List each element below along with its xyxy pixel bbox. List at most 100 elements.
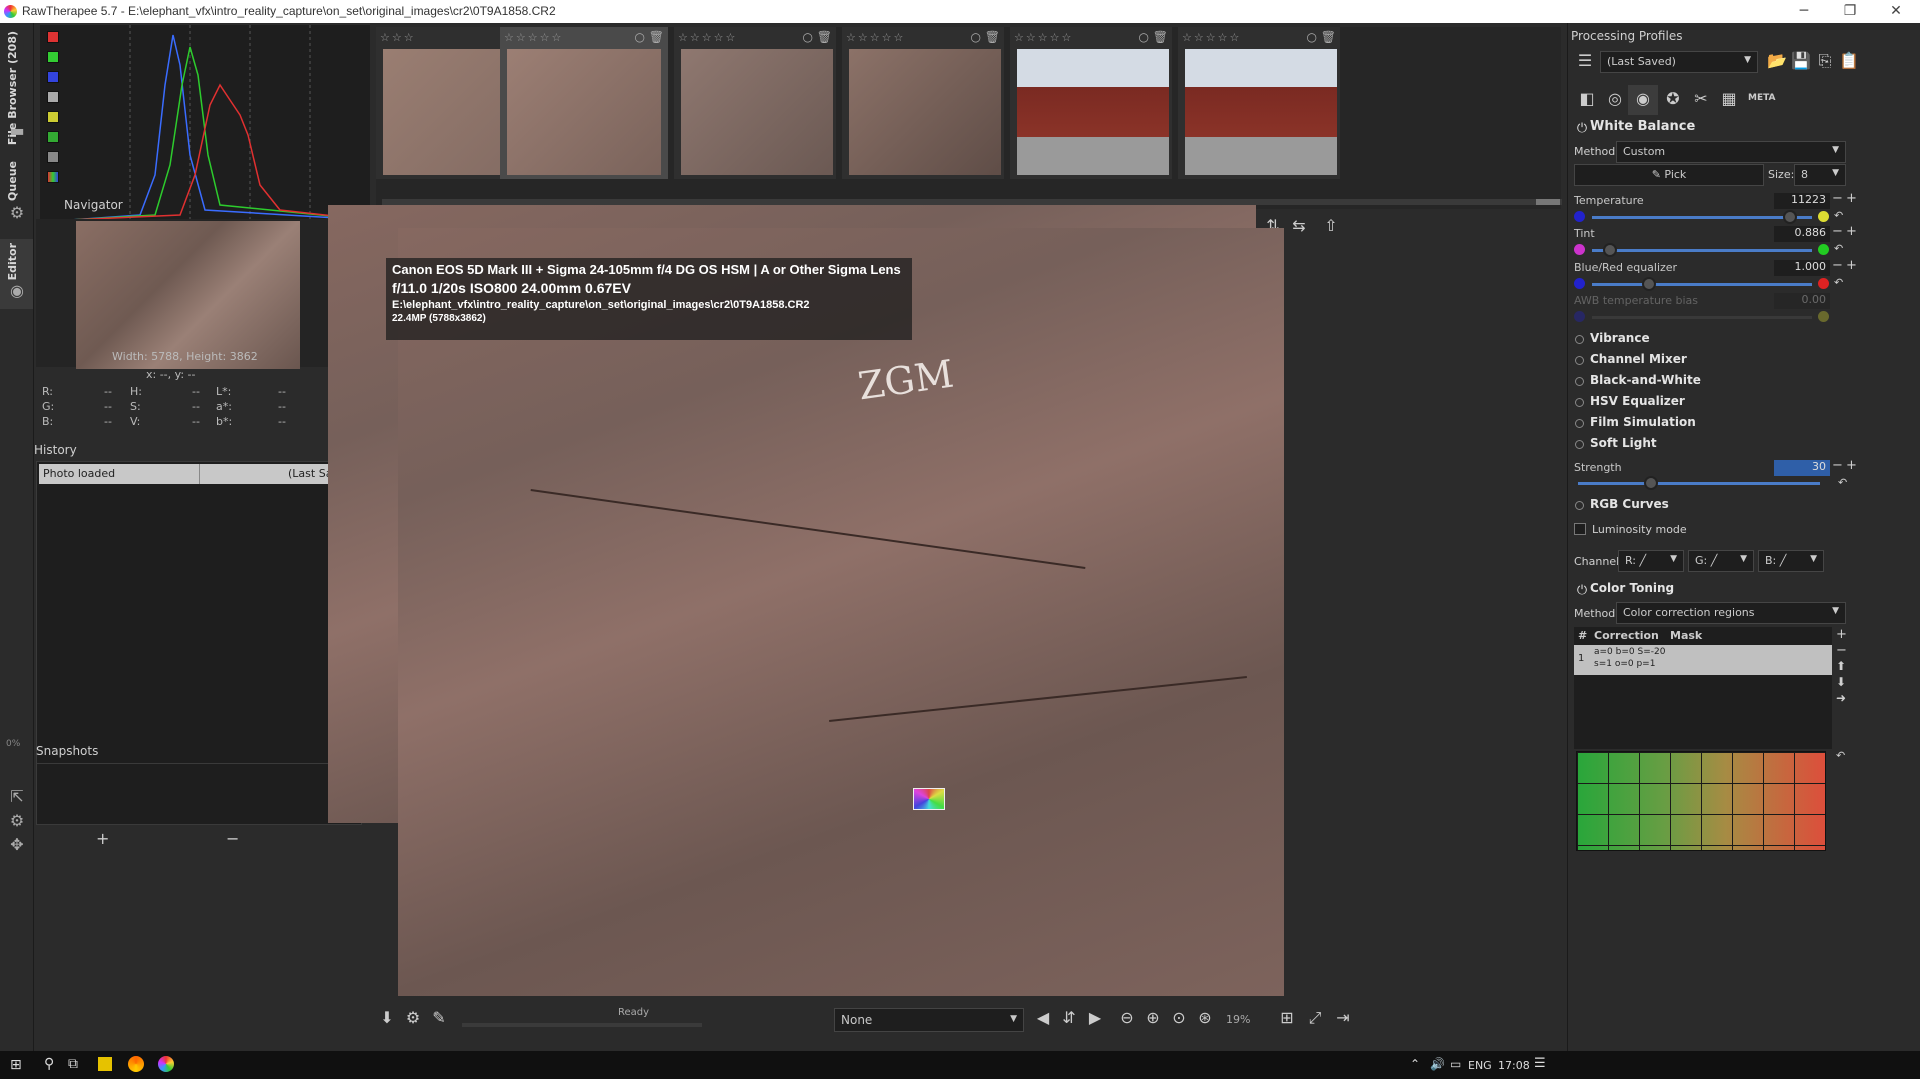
- ct-add-region-icon[interactable]: +: [1836, 627, 1847, 642]
- thumb-rating[interactable]: ☆☆☆☆☆: [678, 31, 737, 44]
- filmstrip-thumb[interactable]: ☆☆☆☆☆ ○ 🗑: [1010, 27, 1172, 179]
- next-image-icon[interactable]: ▶: [1084, 1008, 1106, 1028]
- transform-tab-icon[interactable]: ✂: [1690, 89, 1712, 109]
- sync-icon[interactable]: ⇵: [1058, 1008, 1080, 1028]
- flip-horizontal-icon[interactable]: ⇆: [1288, 216, 1310, 236]
- temperature-reset-icon[interactable]: ↶: [1834, 209, 1843, 222]
- temperature-value[interactable]: 11223: [1774, 193, 1830, 209]
- thumb-actions[interactable]: ○ 🗑: [802, 30, 832, 44]
- folder-icon[interactable]: ▬: [6, 121, 28, 141]
- zoom-100-icon[interactable]: ⊛: [1194, 1008, 1216, 1028]
- processing-profile-combo[interactable]: (Last Saved) ▼: [1600, 51, 1758, 73]
- bre-plus-icon[interactable]: +: [1846, 258, 1857, 273]
- remove-snapshot-button[interactable]: −: [226, 829, 239, 848]
- temperature-minus-icon[interactable]: −: [1832, 191, 1843, 206]
- thumb-rating[interactable]: ☆☆☆: [380, 31, 416, 44]
- thumb-actions[interactable]: ○ 🗑: [634, 30, 664, 44]
- thumb-actions[interactable]: ○ 🗑: [1138, 30, 1168, 44]
- tint-reset-icon[interactable]: ↶: [1834, 242, 1843, 255]
- snapshots-list[interactable]: [36, 763, 362, 825]
- bw-power-icon[interactable]: [1575, 377, 1584, 386]
- ct-regions-list[interactable]: # Correction Mask 1 a=0 b=0 S=-20 s=1 o=…: [1574, 627, 1832, 749]
- tool-film-simulation[interactable]: Film Simulation: [1590, 415, 1696, 429]
- tool-soft-light[interactable]: Soft Light: [1590, 436, 1657, 450]
- detail-tab-icon[interactable]: ◎: [1604, 89, 1626, 109]
- color-tab-icon[interactable]: ◉: [1632, 89, 1654, 109]
- ct-region-row[interactable]: 1 a=0 b=0 S=-20 s=1 o=0 p=1: [1574, 645, 1832, 675]
- tint-slider-knob[interactable]: [1602, 243, 1617, 257]
- move-icon[interactable]: ✥: [6, 835, 28, 855]
- ct-copy-icon[interactable]: ➜: [1836, 691, 1846, 705]
- wb-pick-button[interactable]: ✎ Pick: [1574, 164, 1764, 186]
- send-to-queue-icon[interactable]: ⇱: [6, 787, 28, 807]
- metadata-tab[interactable]: META: [1748, 93, 1776, 103]
- queue-image-icon[interactable]: ⚙: [402, 1008, 424, 1028]
- bre-minus-icon[interactable]: −: [1832, 258, 1843, 273]
- maximize-button[interactable]: ❐: [1830, 2, 1870, 20]
- bre-value[interactable]: 1.000: [1774, 260, 1830, 276]
- curve-r-combo[interactable]: R: ╱ ▼: [1618, 550, 1684, 572]
- tint-value[interactable]: 0.886: [1774, 226, 1830, 242]
- close-button[interactable]: ✕: [1876, 2, 1916, 20]
- tab-queue[interactable]: Queue: [6, 161, 19, 201]
- tray-chevron-icon[interactable]: ⌃: [1410, 1057, 1420, 1071]
- navigator-thumbnail[interactable]: [76, 221, 300, 369]
- color-toning-title[interactable]: Color Toning: [1590, 581, 1674, 595]
- film-sim-power-icon[interactable]: [1575, 419, 1584, 428]
- strength-reset-icon[interactable]: ↶: [1838, 476, 1847, 489]
- thumb-rating[interactable]: ☆☆☆☆☆: [1014, 31, 1073, 44]
- curve-g-combo[interactable]: G: ╱ ▼: [1688, 550, 1754, 572]
- network-icon[interactable]: ▭: [1450, 1057, 1461, 1071]
- strength-slider-knob[interactable]: [1643, 476, 1658, 490]
- aperture-icon[interactable]: ◉: [6, 281, 28, 301]
- histogram-raw-toggle[interactable]: [47, 131, 59, 143]
- profile-combo[interactable]: None ▼: [834, 1008, 1024, 1032]
- zoom-out-icon[interactable]: ⊖: [1116, 1008, 1138, 1028]
- strength-minus-icon[interactable]: −: [1832, 458, 1843, 473]
- filmstrip-thumb[interactable]: ☆☆☆☆☆ ○ 🗑: [1178, 27, 1340, 179]
- histogram-bar-toggle[interactable]: [47, 151, 59, 163]
- histogram-green-toggle[interactable]: [47, 51, 59, 63]
- paste-profile-icon[interactable]: 📋: [1838, 51, 1860, 71]
- windows-start-icon[interactable]: ⊞: [10, 1057, 22, 1073]
- tint-minus-icon[interactable]: −: [1832, 224, 1843, 239]
- bre-slider[interactable]: [1592, 283, 1812, 286]
- wb-method-combo[interactable]: Custom ▼: [1616, 141, 1846, 163]
- preferences-icon[interactable]: ⚙: [6, 811, 28, 831]
- save-profile-icon[interactable]: 💾: [1790, 51, 1812, 71]
- advanced-tab-icon[interactable]: ✪: [1662, 89, 1684, 109]
- volume-icon[interactable]: 🔊: [1430, 1057, 1445, 1071]
- profile-list-icon[interactable]: ☰: [1574, 51, 1596, 73]
- thumb-rating[interactable]: ☆☆☆☆☆: [504, 31, 563, 44]
- strength-slider[interactable]: [1578, 482, 1820, 485]
- ct-move-up-icon[interactable]: ⬆: [1836, 659, 1846, 673]
- thumb-actions[interactable]: ○ 🗑: [1306, 30, 1336, 44]
- histogram-blue-toggle[interactable]: [47, 71, 59, 83]
- file-explorer-icon[interactable]: [98, 1057, 112, 1071]
- copy-profile-icon[interactable]: ⎘: [1814, 51, 1836, 71]
- temperature-plus-icon[interactable]: +: [1846, 191, 1857, 206]
- tint-plus-icon[interactable]: +: [1846, 224, 1857, 239]
- histogram-red-toggle[interactable]: [47, 31, 59, 43]
- language-indicator[interactable]: ENG: [1468, 1059, 1492, 1072]
- fullscreen-icon[interactable]: ⤢: [1304, 1008, 1326, 1028]
- bre-reset-icon[interactable]: ↶: [1834, 276, 1843, 289]
- rgb-curves-power-icon[interactable]: [1575, 501, 1584, 510]
- luminosity-mode-checkbox[interactable]: [1574, 523, 1586, 535]
- strength-plus-icon[interactable]: +: [1846, 458, 1857, 473]
- notifications-icon[interactable]: ☰: [1534, 1056, 1546, 1071]
- save-image-icon[interactable]: ⬇: [376, 1008, 398, 1028]
- thumb-rating[interactable]: ☆☆☆☆☆: [1182, 31, 1241, 44]
- tool-vibrance[interactable]: Vibrance: [1590, 331, 1650, 345]
- histogram-chroma-toggle[interactable]: [47, 111, 59, 123]
- previous-image-icon[interactable]: ◀: [1032, 1008, 1054, 1028]
- ct-reset-icon[interactable]: ↶: [1836, 749, 1845, 762]
- temperature-slider-knob[interactable]: [1783, 210, 1797, 224]
- tool-hsv-equalizer[interactable]: HSV Equalizer: [1590, 394, 1685, 408]
- filmstrip-scroll-knob[interactable]: [1536, 199, 1560, 205]
- hide-filmstrip-icon[interactable]: ⇧: [1320, 216, 1342, 236]
- minimize-button[interactable]: ─: [1784, 2, 1824, 20]
- curve-b-combo[interactable]: B: ╱ ▼: [1758, 550, 1824, 572]
- histogram-luminance-toggle[interactable]: [47, 91, 59, 103]
- clock[interactable]: 17:08: [1498, 1059, 1530, 1072]
